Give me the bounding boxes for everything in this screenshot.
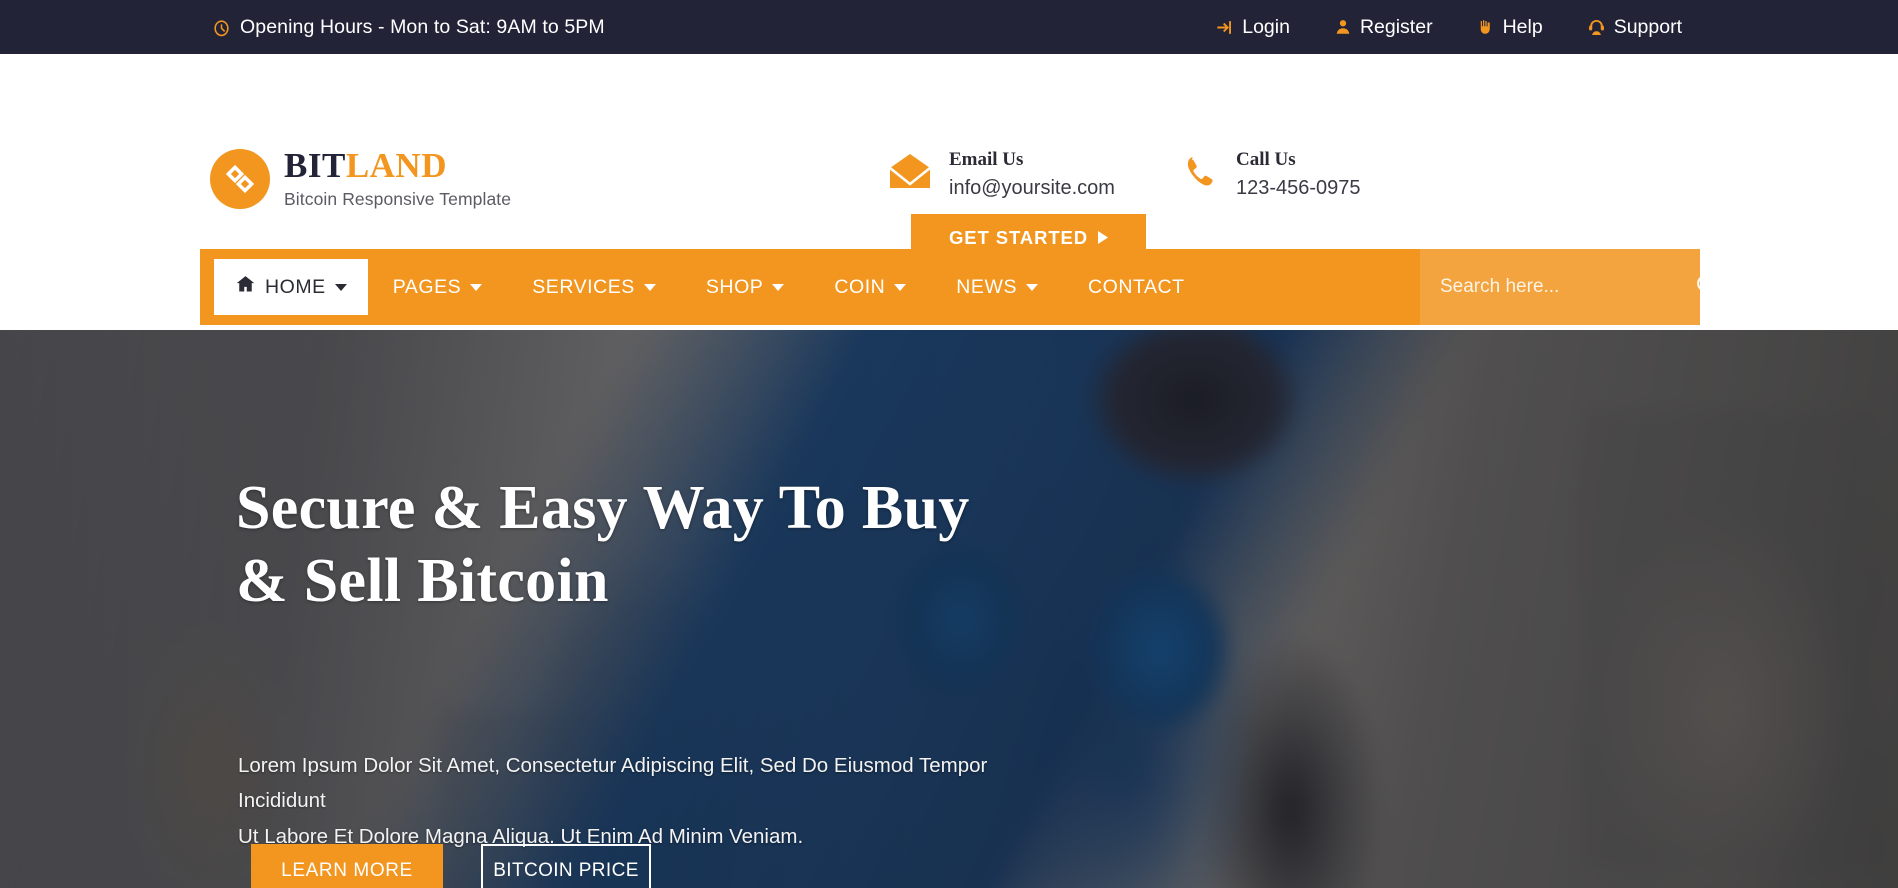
top-link-help-label: Help xyxy=(1502,15,1543,38)
top-link-login-label: Login xyxy=(1242,15,1290,38)
clock-icon xyxy=(212,18,231,37)
nav-item-services[interactable]: SERVICES xyxy=(507,249,681,325)
bitland-diamond-logo-icon xyxy=(210,149,270,209)
search-zoom-in-icon xyxy=(1695,273,1720,301)
site-logo-text: BITLAND Bitcoin Responsive Template xyxy=(284,148,511,210)
nav-item-shop-label: SHOP xyxy=(705,275,764,298)
search-container xyxy=(1420,249,1718,325)
nav-item-home-label: HOME xyxy=(265,275,326,298)
opening-hours-text: Opening Hours - Mon to Sat: 9AM to 5PM xyxy=(240,15,605,38)
hero-description-line1: Lorem Ipsum Dolor Sit Amet, Consectetur … xyxy=(238,754,988,813)
bitcoin-price-button[interactable]: BITCOIN PRICE xyxy=(481,844,651,888)
user-icon xyxy=(1334,18,1352,36)
logo-name-second: LAND xyxy=(345,146,447,185)
chevron-down-icon xyxy=(334,283,347,291)
home-icon xyxy=(235,274,256,300)
contact-email-title: Email Us xyxy=(949,149,1024,170)
hero-title-line2: & Sell Bitcoin xyxy=(236,546,609,615)
caret-right-icon xyxy=(1098,227,1109,249)
chevron-down-icon xyxy=(643,283,656,291)
top-link-register-label: Register xyxy=(1359,15,1433,38)
logo-tagline: Bitcoin Responsive Template xyxy=(284,189,512,209)
logo-name-first: BIT xyxy=(284,146,346,185)
top-bar: Opening Hours - Mon to Sat: 9AM to 5PM L… xyxy=(0,0,1898,54)
nav-item-pages-label: PAGES xyxy=(392,275,462,298)
hero-content: Secure & Easy Way To Buy & Sell Bitcoin … xyxy=(236,330,1136,888)
nav-item-services-label: SERVICES xyxy=(532,275,635,298)
chevron-down-icon xyxy=(470,283,483,291)
nav-item-contact-label: CONTACT xyxy=(1088,275,1185,298)
contact-phone-title: Call Us xyxy=(1236,149,1296,170)
learn-more-button[interactable]: LEARN MORE xyxy=(251,844,443,888)
site-logo[interactable]: BITLAND Bitcoin Responsive Template xyxy=(210,148,511,210)
search-button[interactable] xyxy=(1695,273,1720,301)
main-navigation: HOME PAGES SERVICES SHOP COIN NEWS CONTA… xyxy=(200,249,1718,325)
phone-icon xyxy=(1183,153,1219,196)
envelope-icon xyxy=(888,154,932,195)
hero-title-line1: Secure & Easy Way To Buy xyxy=(236,474,970,542)
nav-item-coin-label: COIN xyxy=(834,275,886,298)
search-input[interactable] xyxy=(1440,276,1685,298)
chevron-down-icon xyxy=(894,283,907,291)
hero-actions: LEARN MORE BITCOIN PRICE xyxy=(251,844,651,888)
hero-banner: Secure & Easy Way To Buy & Sell Bitcoin … xyxy=(0,330,1898,888)
nav-item-news-label: NEWS xyxy=(956,275,1017,298)
hand-help-icon xyxy=(1477,18,1495,36)
get-started-label: GET STARTED xyxy=(948,227,1089,248)
nav-item-shop[interactable]: SHOP xyxy=(681,249,809,325)
hero-title: Secure & Easy Way To Buy & Sell Bitcoin xyxy=(236,472,970,617)
headset-support-icon xyxy=(1587,18,1606,37)
login-arrow-icon xyxy=(1215,18,1234,37)
nav-item-list: HOME PAGES SERVICES SHOP COIN NEWS CONTA… xyxy=(200,249,1210,325)
chevron-down-icon xyxy=(1026,283,1038,291)
contact-email-value[interactable]: info@yoursite.com xyxy=(949,175,1115,202)
top-link-help[interactable]: Help xyxy=(1477,16,1543,39)
opening-hours: Opening Hours - Mon to Sat: 9AM to 5PM xyxy=(212,16,605,39)
contact-phone-value[interactable]: 123-456-0975 xyxy=(1236,175,1361,202)
nav-item-coin[interactable]: COIN xyxy=(809,249,931,325)
nav-item-news[interactable]: NEWS xyxy=(931,249,1063,325)
chevron-down-icon xyxy=(772,283,785,291)
top-link-login[interactable]: Login xyxy=(1215,16,1290,39)
nav-item-home[interactable]: HOME xyxy=(214,259,368,315)
nav-item-contact[interactable]: CONTACT xyxy=(1063,249,1210,325)
top-link-support-label: Support xyxy=(1613,15,1682,38)
site-header: BITLAND Bitcoin Responsive Template Emai… xyxy=(0,54,1898,276)
top-link-register[interactable]: Register xyxy=(1334,16,1433,39)
contact-email: Email Us info@yoursite.com xyxy=(888,148,1115,202)
nav-item-pages[interactable]: PAGES xyxy=(368,249,508,325)
hero-description: Lorem Ipsum Dolor Sit Amet, Consectetur … xyxy=(238,748,1068,854)
contact-phone: Call Us 123-456-0975 xyxy=(1183,148,1361,202)
top-bar-links: Login Register Help Support xyxy=(1215,16,1682,39)
top-link-support[interactable]: Support xyxy=(1587,16,1682,39)
